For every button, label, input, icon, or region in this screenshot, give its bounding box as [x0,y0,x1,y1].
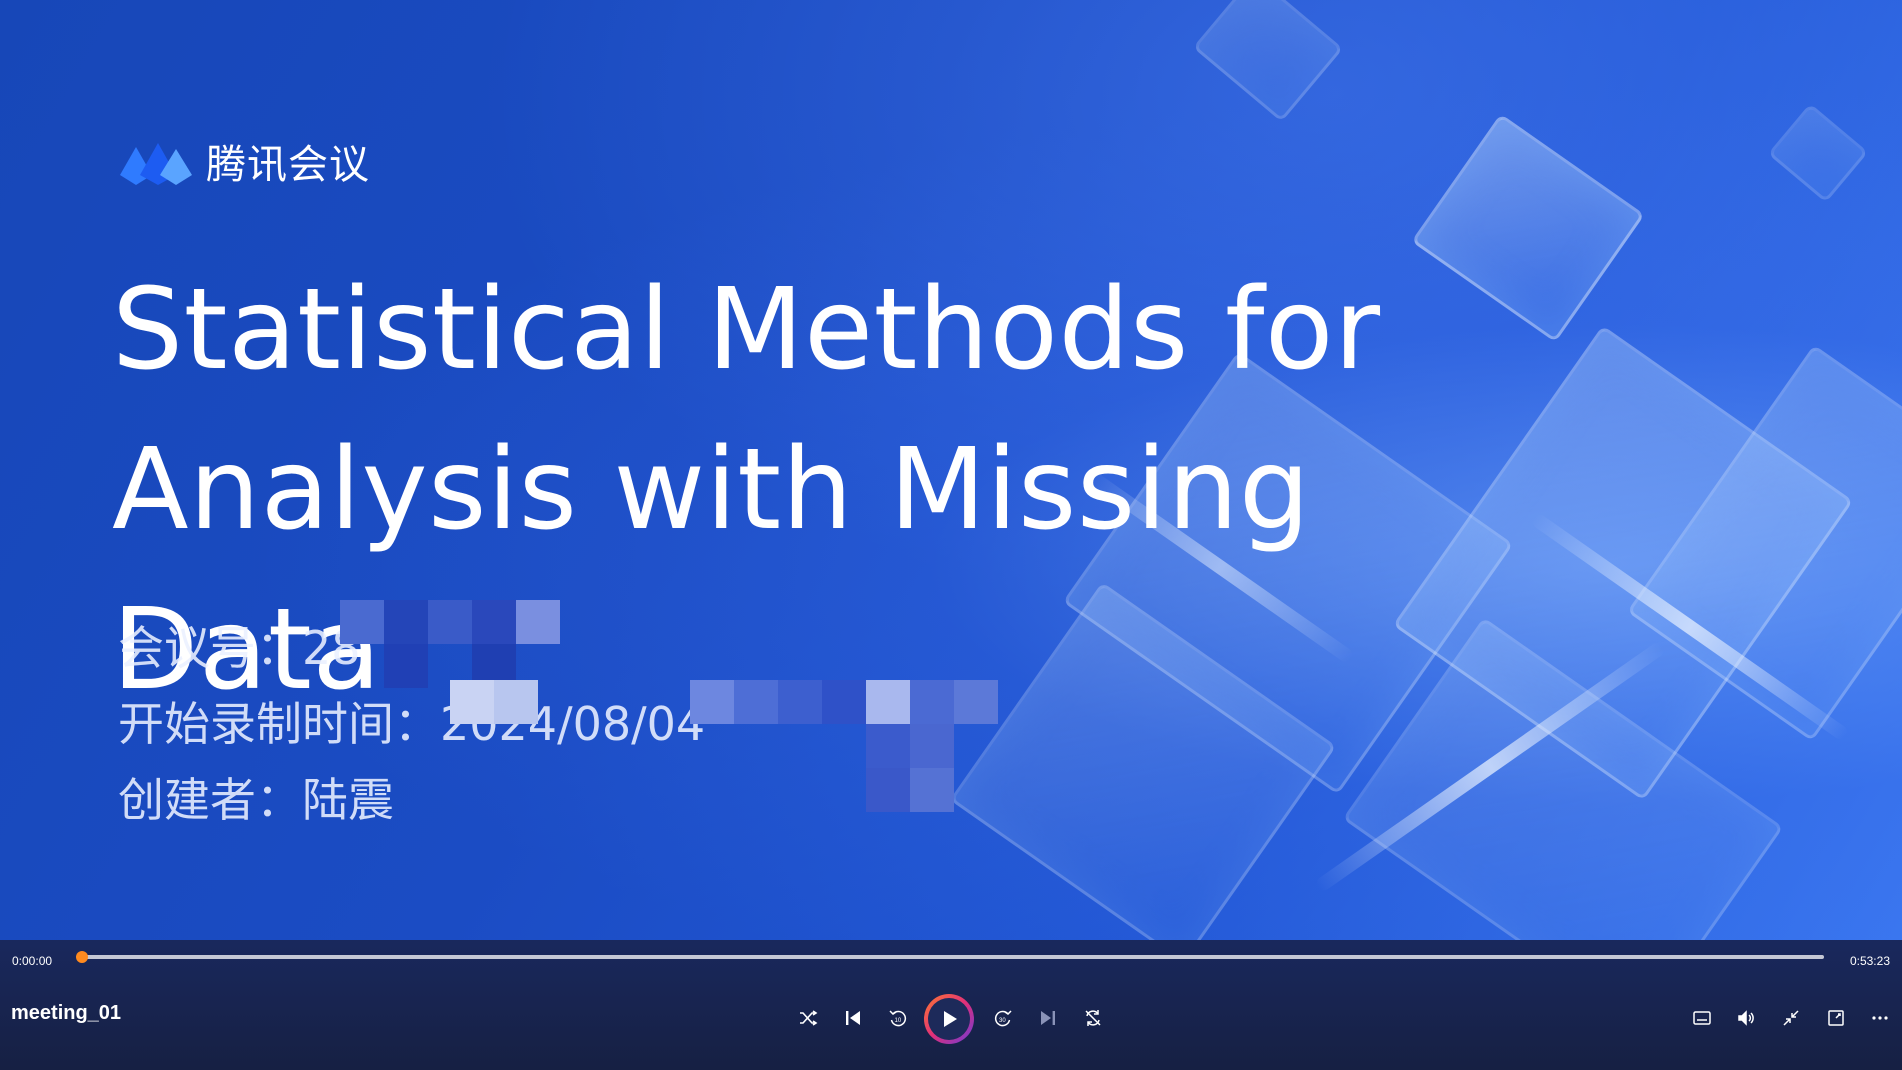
tencent-meeting-logo-icon [120,143,192,185]
shuffle-button[interactable] [794,1004,822,1032]
tencent-meeting-logo: 腾讯会议 [118,132,370,190]
total-time: 0:53:23 [1849,954,1890,968]
progress-bar[interactable] [76,951,1824,963]
repeat-off-icon [1085,1010,1101,1026]
subtitles-button[interactable] [1688,1004,1716,1032]
creator-line: 创建者：陆震 [118,773,394,827]
slide-title-line-1: Statistical Methods for [112,265,1381,395]
rewind-10-icon: 10 [889,1010,907,1027]
meeting-id-line: 会议号：28 [118,621,361,675]
decor-cube [1767,103,1869,203]
current-time: 0:00:00 [12,954,53,968]
next-button[interactable] [1034,1004,1062,1032]
previous-icon [846,1011,860,1025]
volume-icon [1738,1010,1754,1026]
file-name: meeting_01 [11,1002,122,1024]
video-frame[interactable]: 腾讯会议 Statistical Methods for Analysis wi… [0,0,1902,940]
subtitles-icon [1693,1011,1711,1025]
rewind-10-button[interactable]: 10 [884,1004,912,1032]
play-button[interactable] [924,994,974,1044]
repeat-button[interactable] [1079,1004,1107,1032]
mini-player-icon [1828,1010,1844,1026]
play-button-inner [928,998,970,1040]
logo-text: 腾讯会议 [206,142,370,188]
shuffle-icon [800,1010,818,1026]
progress-thumb[interactable] [76,951,88,963]
volume-button[interactable] [1732,1004,1760,1032]
recording-start-line: 开始录制时间：2024/08/04 [118,697,706,751]
play-icon [944,1011,957,1027]
more-icon [1872,1016,1888,1020]
player-controls: 0:00:00 0:53:23 meeting_01 10 30 [0,940,1902,1070]
forward-30-button[interactable]: 30 [989,1004,1017,1032]
exit-fullscreen-icon [1783,1010,1799,1026]
decor-cube [1192,0,1344,123]
mini-player-button[interactable] [1822,1004,1850,1032]
previous-button[interactable] [839,1004,867,1032]
next-icon [1041,1011,1055,1025]
exit-fullscreen-button[interactable] [1777,1004,1805,1032]
forward-30-icon: 30 [994,1010,1012,1027]
more-button[interactable] [1866,1004,1894,1032]
svg-text:30: 30 [999,1018,1006,1024]
svg-text:10: 10 [895,1018,902,1024]
